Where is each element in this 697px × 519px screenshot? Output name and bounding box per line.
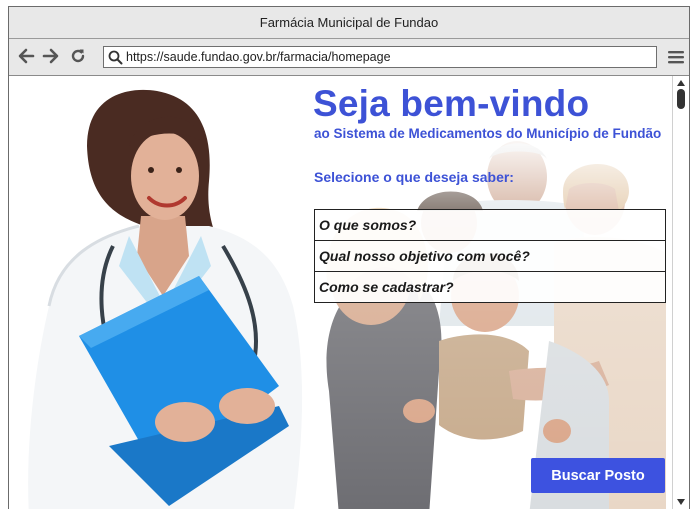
forward-button[interactable] xyxy=(40,45,62,67)
hamburger-menu-icon xyxy=(668,51,684,64)
page-title: Seja bem-vindo xyxy=(313,83,590,124)
select-prompt: Selecione o que deseja saber: xyxy=(314,169,514,185)
back-button[interactable] xyxy=(15,45,37,67)
search-icon xyxy=(104,47,126,67)
scroll-down-arrow-icon[interactable] xyxy=(675,497,687,507)
menu-button[interactable] xyxy=(664,45,688,69)
url-input[interactable] xyxy=(126,50,626,64)
address-bar[interactable] xyxy=(103,46,657,68)
browser-toolbar xyxy=(9,39,689,76)
reload-icon xyxy=(71,49,85,63)
faq-list: O que somos? Qual nosso objetivo com voc… xyxy=(314,209,666,303)
family-photo xyxy=(299,131,672,509)
page-content: Seja bem-vindo ao Sistema de Medicamento… xyxy=(9,76,672,509)
faq-item-our-goal[interactable]: Qual nosso objetivo com você? xyxy=(315,240,665,271)
title-bar: Farmácia Municipal de Fundao xyxy=(9,7,689,39)
arrow-left-icon xyxy=(18,48,35,64)
scroll-thumb[interactable] xyxy=(677,89,685,109)
reload-button[interactable] xyxy=(67,45,89,67)
doctor-photo xyxy=(28,89,303,509)
browser-window: Farmácia Municipal de Fundao https://sau… xyxy=(8,6,690,509)
arrow-right-icon xyxy=(42,48,59,64)
faq-item-how-to-register[interactable]: Como se cadastrar? xyxy=(315,271,665,302)
scroll-up-arrow-icon[interactable] xyxy=(675,78,687,88)
window-title: Farmácia Municipal de Fundao xyxy=(259,15,439,30)
page-subtitle: ao Sistema de Medicamentos do Município … xyxy=(314,126,662,141)
find-station-button[interactable]: Buscar Posto xyxy=(531,458,665,493)
faq-item-what-we-are[interactable]: O que somos? xyxy=(315,210,665,240)
vertical-scrollbar[interactable] xyxy=(672,76,689,509)
